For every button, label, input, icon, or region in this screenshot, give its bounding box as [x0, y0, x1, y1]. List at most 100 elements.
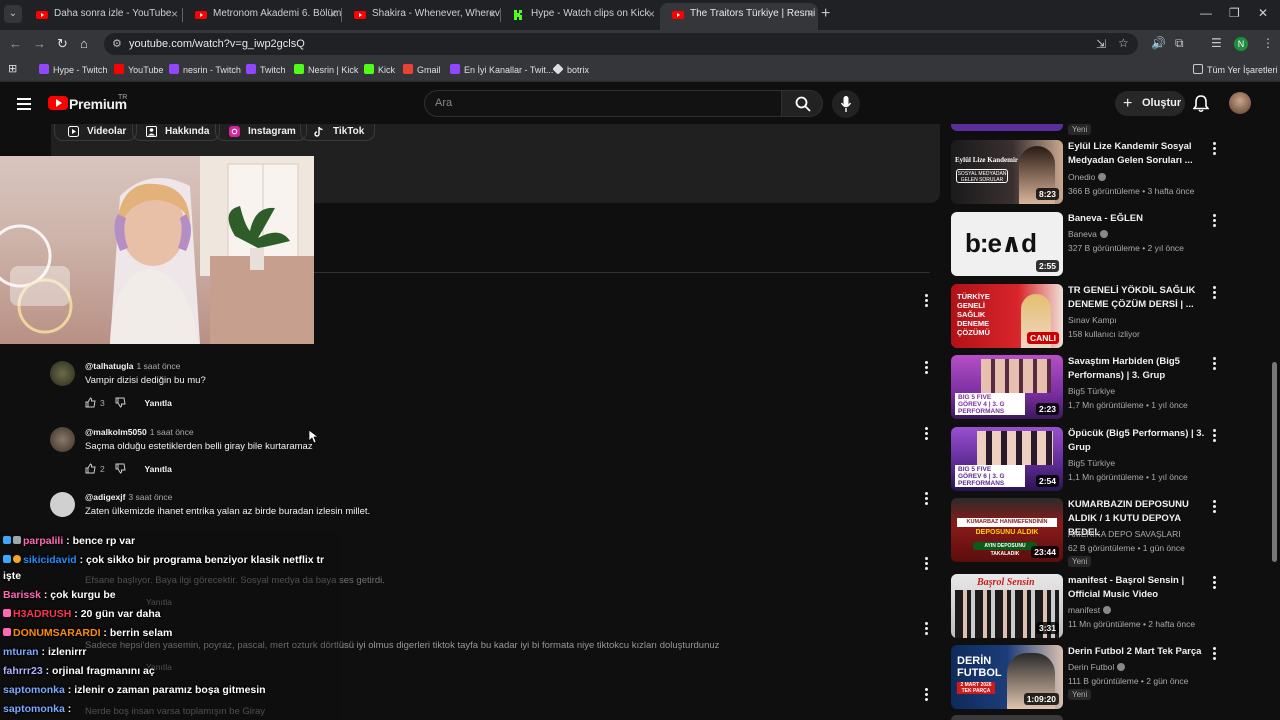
channel-name[interactable]: Big5 Türkiye [1068, 458, 1115, 468]
tab-close-icon[interactable]: × [807, 3, 814, 25]
browser-tab[interactable]: Hype - Watch clips on Kick × [501, 3, 659, 30]
search-input[interactable]: Ara [424, 90, 782, 117]
bookmark-item[interactable]: Gmail [403, 64, 441, 75]
search-button[interactable] [781, 90, 823, 117]
bookmark-item[interactable]: nesrin - Twitch [169, 64, 241, 75]
recommendation-item[interactable]: BIG 5 FIVE GÖREV 4 | 3. G PERFORMANS 2:23 … [951, 355, 1251, 419]
recommendation-item[interactable]: b:e∧d 2:55 Baneva - EĞLEN Baneva 327 B g… [951, 212, 1251, 276]
thumbs-up-icon[interactable] [85, 463, 96, 474]
video-more-icon[interactable] [1213, 214, 1217, 230]
browser-tab[interactable]: Metronom Akademi 6. Bölüm ⁂ × [183, 3, 341, 30]
forward-arrow-icon[interactable]: → [33, 36, 46, 51]
address-bar[interactable]: ⚙ youtube.com/watch?v=g_iwp2gclsQ ⇲ ☆ [104, 33, 1138, 55]
thumbs-up-icon[interactable] [85, 397, 96, 408]
recommendation-thumbnail-cut[interactable] [951, 715, 1063, 720]
bookmark-item[interactable]: Hype - Twitch [39, 64, 107, 75]
channel-link-about[interactable]: Hakkında [132, 124, 221, 141]
recommendation-item[interactable]: KUMARBAZ HANIMEFENDİNİN DEPOSUNU ALDIK A… [951, 498, 1251, 568]
video-thumbnail[interactable]: TÜRKİYE GENELİ SAĞLIK DENEME ÇÖZÜMÜ CANLI [951, 284, 1063, 348]
video-more-icon[interactable] [1213, 142, 1217, 158]
channel-name[interactable]: Onedio [1068, 172, 1107, 182]
channel-link-instagram[interactable]: Instagram [215, 124, 307, 141]
minimize-icon[interactable]: — [1200, 6, 1212, 20]
extensions-icon[interactable]: ⧉ [1175, 36, 1184, 51]
bookmark-item[interactable]: YouTube [114, 64, 163, 75]
user-avatar[interactable] [1229, 92, 1251, 114]
video-title[interactable]: Baneva - EĞLEN [1068, 212, 1206, 226]
video-thumbnail[interactable]: KUMARBAZ HANIMEFENDİNİN DEPOSUNU ALDIK A… [951, 498, 1063, 562]
hamburger-menu-icon[interactable] [17, 98, 31, 113]
tab-close-icon[interactable]: × [648, 3, 655, 25]
reload-icon[interactable]: ↻ [57, 36, 68, 52]
video-thumbnail[interactable]: Eylül Lize Kandemir SOSYAL MEDYADAN GELEN… [951, 140, 1063, 204]
video-title[interactable]: TR GENELİ YÖKDİL SAĞLIK DENEME ÇÖZÜM DER… [1068, 284, 1206, 312]
video-title[interactable]: Derin Futbol 2 Mart Tek Parça [1068, 645, 1206, 659]
channel-name[interactable]: manifest [1068, 605, 1112, 615]
close-window-icon[interactable]: ✕ [1258, 6, 1268, 20]
tab-close-icon[interactable]: × [489, 3, 496, 25]
comment-more-icon[interactable] [925, 688, 929, 704]
back-arrow-icon[interactable]: ← [9, 36, 22, 51]
comment-more-icon[interactable] [925, 557, 929, 573]
bookmark-item[interactable]: En İyi Kanallar - Twit... [450, 64, 553, 75]
video-thumbnail[interactable]: DERİN FUTBOL 2 MART 2026 TEK PARÇA 1:09:20 [951, 645, 1063, 709]
video-more-icon[interactable] [1213, 357, 1217, 373]
comment-more-icon[interactable] [925, 361, 929, 377]
commenter-avatar[interactable] [50, 427, 75, 452]
video-more-icon[interactable] [1213, 500, 1217, 516]
comment-author[interactable]: @malkolm5050 1 saat önce [85, 427, 194, 437]
notifications-bell-icon[interactable] [1193, 95, 1209, 113]
recommendation-item[interactable]: Eylül Lize Kandemir SOSYAL MEDYADAN GELEN… [951, 140, 1251, 204]
channel-link-tiktok[interactable]: TikTok [300, 124, 376, 141]
video-title[interactable]: Savaştım Harbiden (Big5 Performans) | 3.… [1068, 355, 1206, 383]
video-thumbnail[interactable]: Başrol Sensin 3:31 [951, 574, 1063, 638]
recommendation-item[interactable]: DERİN FUTBOL 2 MART 2026 TEK PARÇA 1:09:20… [951, 645, 1251, 711]
comment-more-icon[interactable] [925, 622, 929, 638]
recommendation-item[interactable]: Başrol Sensin 3:31 manifest - Başrol Sen… [951, 574, 1251, 638]
all-bookmarks-folder[interactable]: Tüm Yer İşaretleri [1193, 64, 1278, 75]
browser-tab[interactable]: Shakira - Whenever, Wherever × [342, 3, 500, 30]
recommendation-thumbnail-cut[interactable] [951, 124, 1063, 131]
video-more-icon[interactable] [1213, 647, 1217, 663]
thumbs-down-icon[interactable] [115, 397, 126, 408]
channel-name[interactable]: Derin Futbol [1068, 662, 1126, 672]
audio-playing-icon[interactable]: 🔊 [1151, 36, 1166, 50]
voice-search-button[interactable] [832, 90, 860, 118]
tab-search-icon[interactable]: ⌄ [4, 5, 22, 23]
apps-grid-icon[interactable]: ⊞ [8, 62, 17, 75]
video-more-icon[interactable] [1213, 286, 1217, 302]
comment-more-icon[interactable] [925, 492, 929, 508]
thumbs-down-icon[interactable] [115, 463, 126, 474]
tab-close-icon[interactable]: × [171, 3, 178, 25]
bookmark-item[interactable]: botrix [552, 63, 589, 75]
recommendation-item[interactable]: TÜRKİYE GENELİ SAĞLIK DENEME ÇÖZÜMÜ CANLI TR… [951, 284, 1251, 348]
browser-menu-icon[interactable]: ⋮ [1262, 36, 1274, 50]
comment-more-icon[interactable] [925, 427, 929, 443]
bookmark-item[interactable]: Nesrin | Kick [294, 64, 358, 75]
bookmark-star-icon[interactable]: ☆ [1118, 36, 1129, 50]
channel-link-videos[interactable]: Videolar [54, 124, 138, 141]
restore-icon[interactable]: ❐ [1229, 6, 1240, 20]
video-title[interactable]: Eylül Lize Kandemir Sosyal Medyadan Gele… [1068, 140, 1206, 168]
reply-button[interactable]: Yanıtla [144, 464, 171, 474]
tab-close-icon[interactable]: × [330, 3, 337, 25]
channel-name[interactable]: Sınav Kampı [1068, 315, 1117, 325]
more-options-icon[interactable] [925, 294, 929, 310]
channel-name[interactable]: AMERİKA DEPO SAVAŞLARI [1068, 529, 1181, 539]
video-more-icon[interactable] [1213, 429, 1217, 445]
video-title[interactable]: Öpücük (Big5 Performans) | 3. Grup [1068, 427, 1206, 455]
comment-author[interactable]: @adigexjf 3 saat önce [85, 492, 172, 502]
reply-button[interactable]: Yanıtla [144, 398, 171, 408]
bookmark-item[interactable]: Twitch [246, 64, 286, 75]
recommendation-item[interactable]: BIG 5 FIVE GÖREV 6 | 3. G PERFORMANS 2:54 … [951, 427, 1251, 491]
home-icon[interactable]: ⌂ [80, 36, 88, 51]
browser-profile-avatar[interactable]: N [1234, 37, 1248, 51]
comment-author[interactable]: @talhatugla 1 saat önce [85, 361, 180, 371]
channel-name[interactable]: Baneva [1068, 229, 1108, 239]
page-scrollbar[interactable] [1272, 362, 1277, 562]
youtube-logo-icon[interactable] [48, 96, 68, 110]
url-text[interactable]: youtube.com/watch?v=g_iwp2gclsQ [129, 38, 305, 50]
commenter-avatar[interactable] [50, 492, 75, 517]
new-tab-plus-icon[interactable]: + [821, 5, 830, 23]
browser-tab[interactable]: Daha sonra izle - YouTube × [24, 3, 182, 30]
